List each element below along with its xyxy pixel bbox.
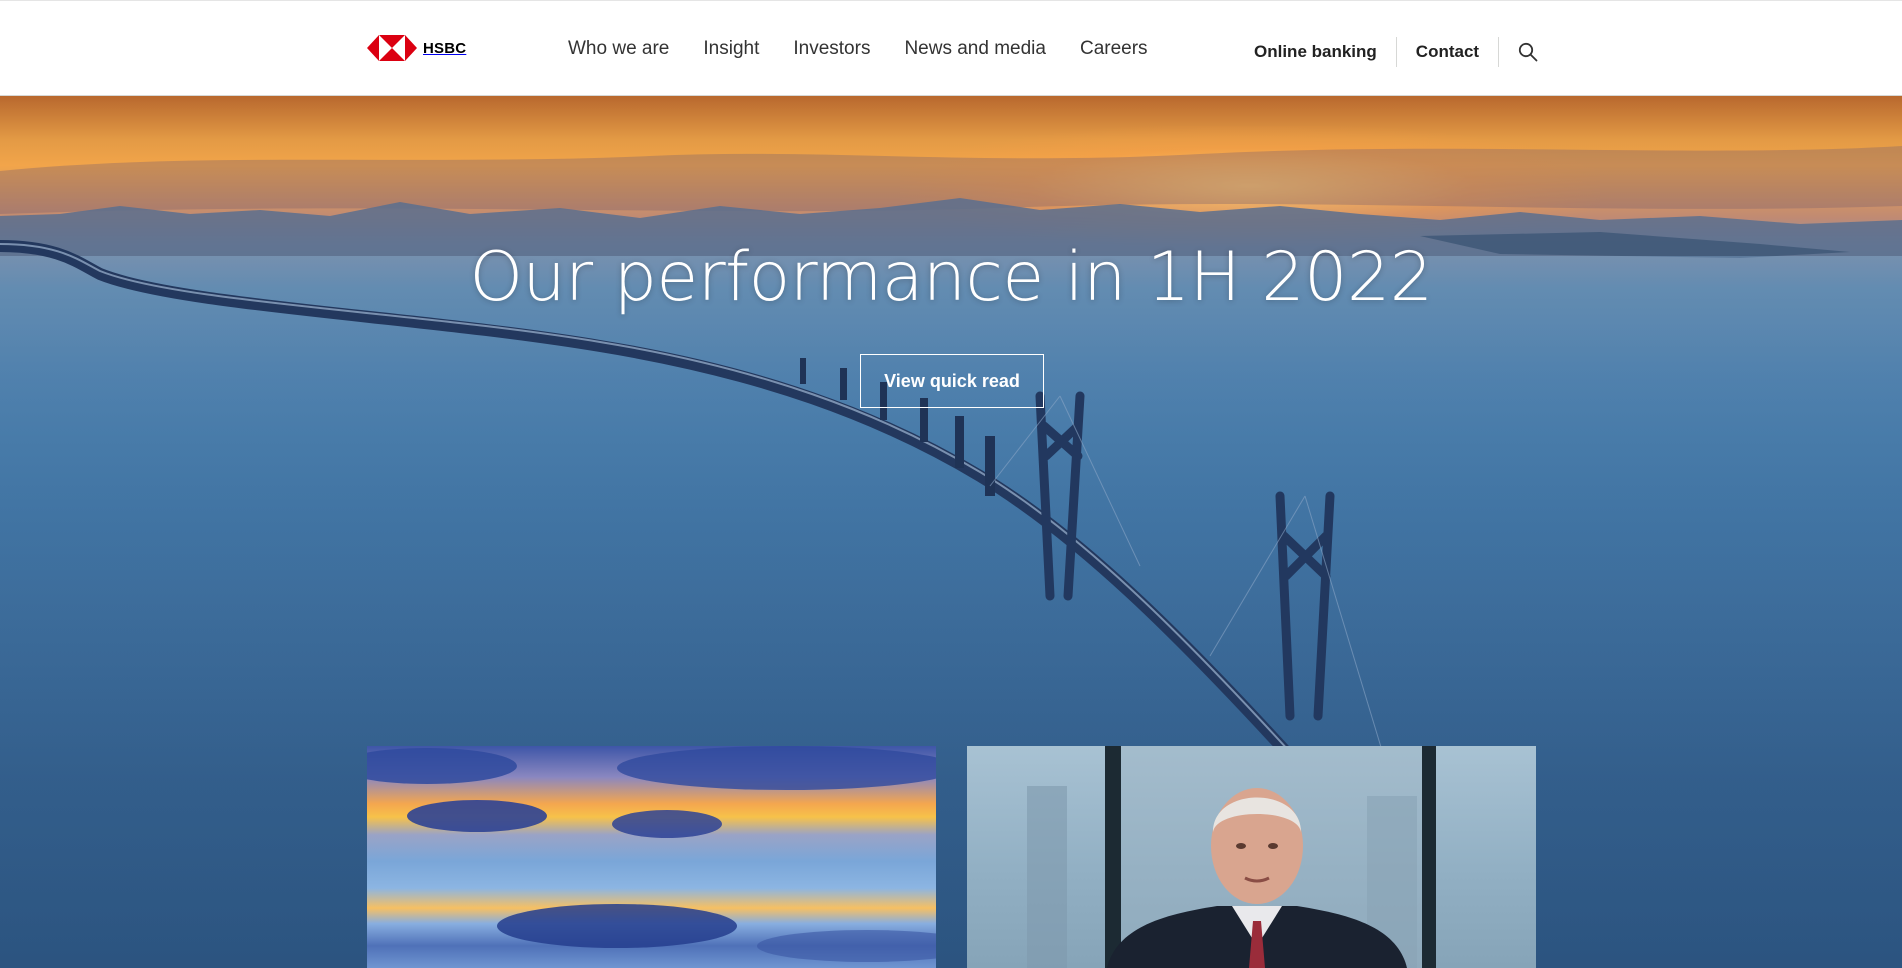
hero-title: Our performance in 1H 2022 <box>469 238 1433 317</box>
brand-wordmark: HSBC <box>423 39 467 57</box>
contact-link[interactable]: Contact <box>1416 40 1479 64</box>
nav-item-careers[interactable]: Careers <box>1080 37 1148 61</box>
hsbc-hexagon-icon <box>367 35 417 61</box>
sunset-clouds-image <box>367 746 936 962</box>
executive-portrait-image <box>1027 746 1436 968</box>
search-icon[interactable] <box>1518 42 1538 62</box>
utility-divider <box>1498 37 1500 67</box>
nav-item-insight[interactable]: Insight <box>703 37 759 61</box>
card-video-portrait[interactable] <box>967 746 1536 968</box>
card-sunset-image[interactable] <box>367 746 936 968</box>
nav-item-who-we-are[interactable]: Who we are <box>568 37 669 61</box>
utility-divider <box>1395 37 1397 67</box>
utility-nav: Online banking Contact <box>1254 37 1538 67</box>
main-nav: Who we are Insight Investors News and me… <box>568 37 1182 61</box>
hero-banner: Our performance in 1H 2022 View quick re… <box>0 96 1902 968</box>
view-quick-read-button[interactable]: View quick read <box>860 354 1044 408</box>
nav-item-news-and-media[interactable]: News and media <box>904 37 1046 61</box>
bridge-scene-image <box>0 146 1902 968</box>
hsbc-logo[interactable]: HSBC <box>367 35 466 61</box>
site-header: HSBC Who we are Insight Investors News a… <box>0 0 1902 96</box>
nav-item-investors[interactable]: Investors <box>793 37 870 61</box>
online-banking-link[interactable]: Online banking <box>1254 40 1377 64</box>
